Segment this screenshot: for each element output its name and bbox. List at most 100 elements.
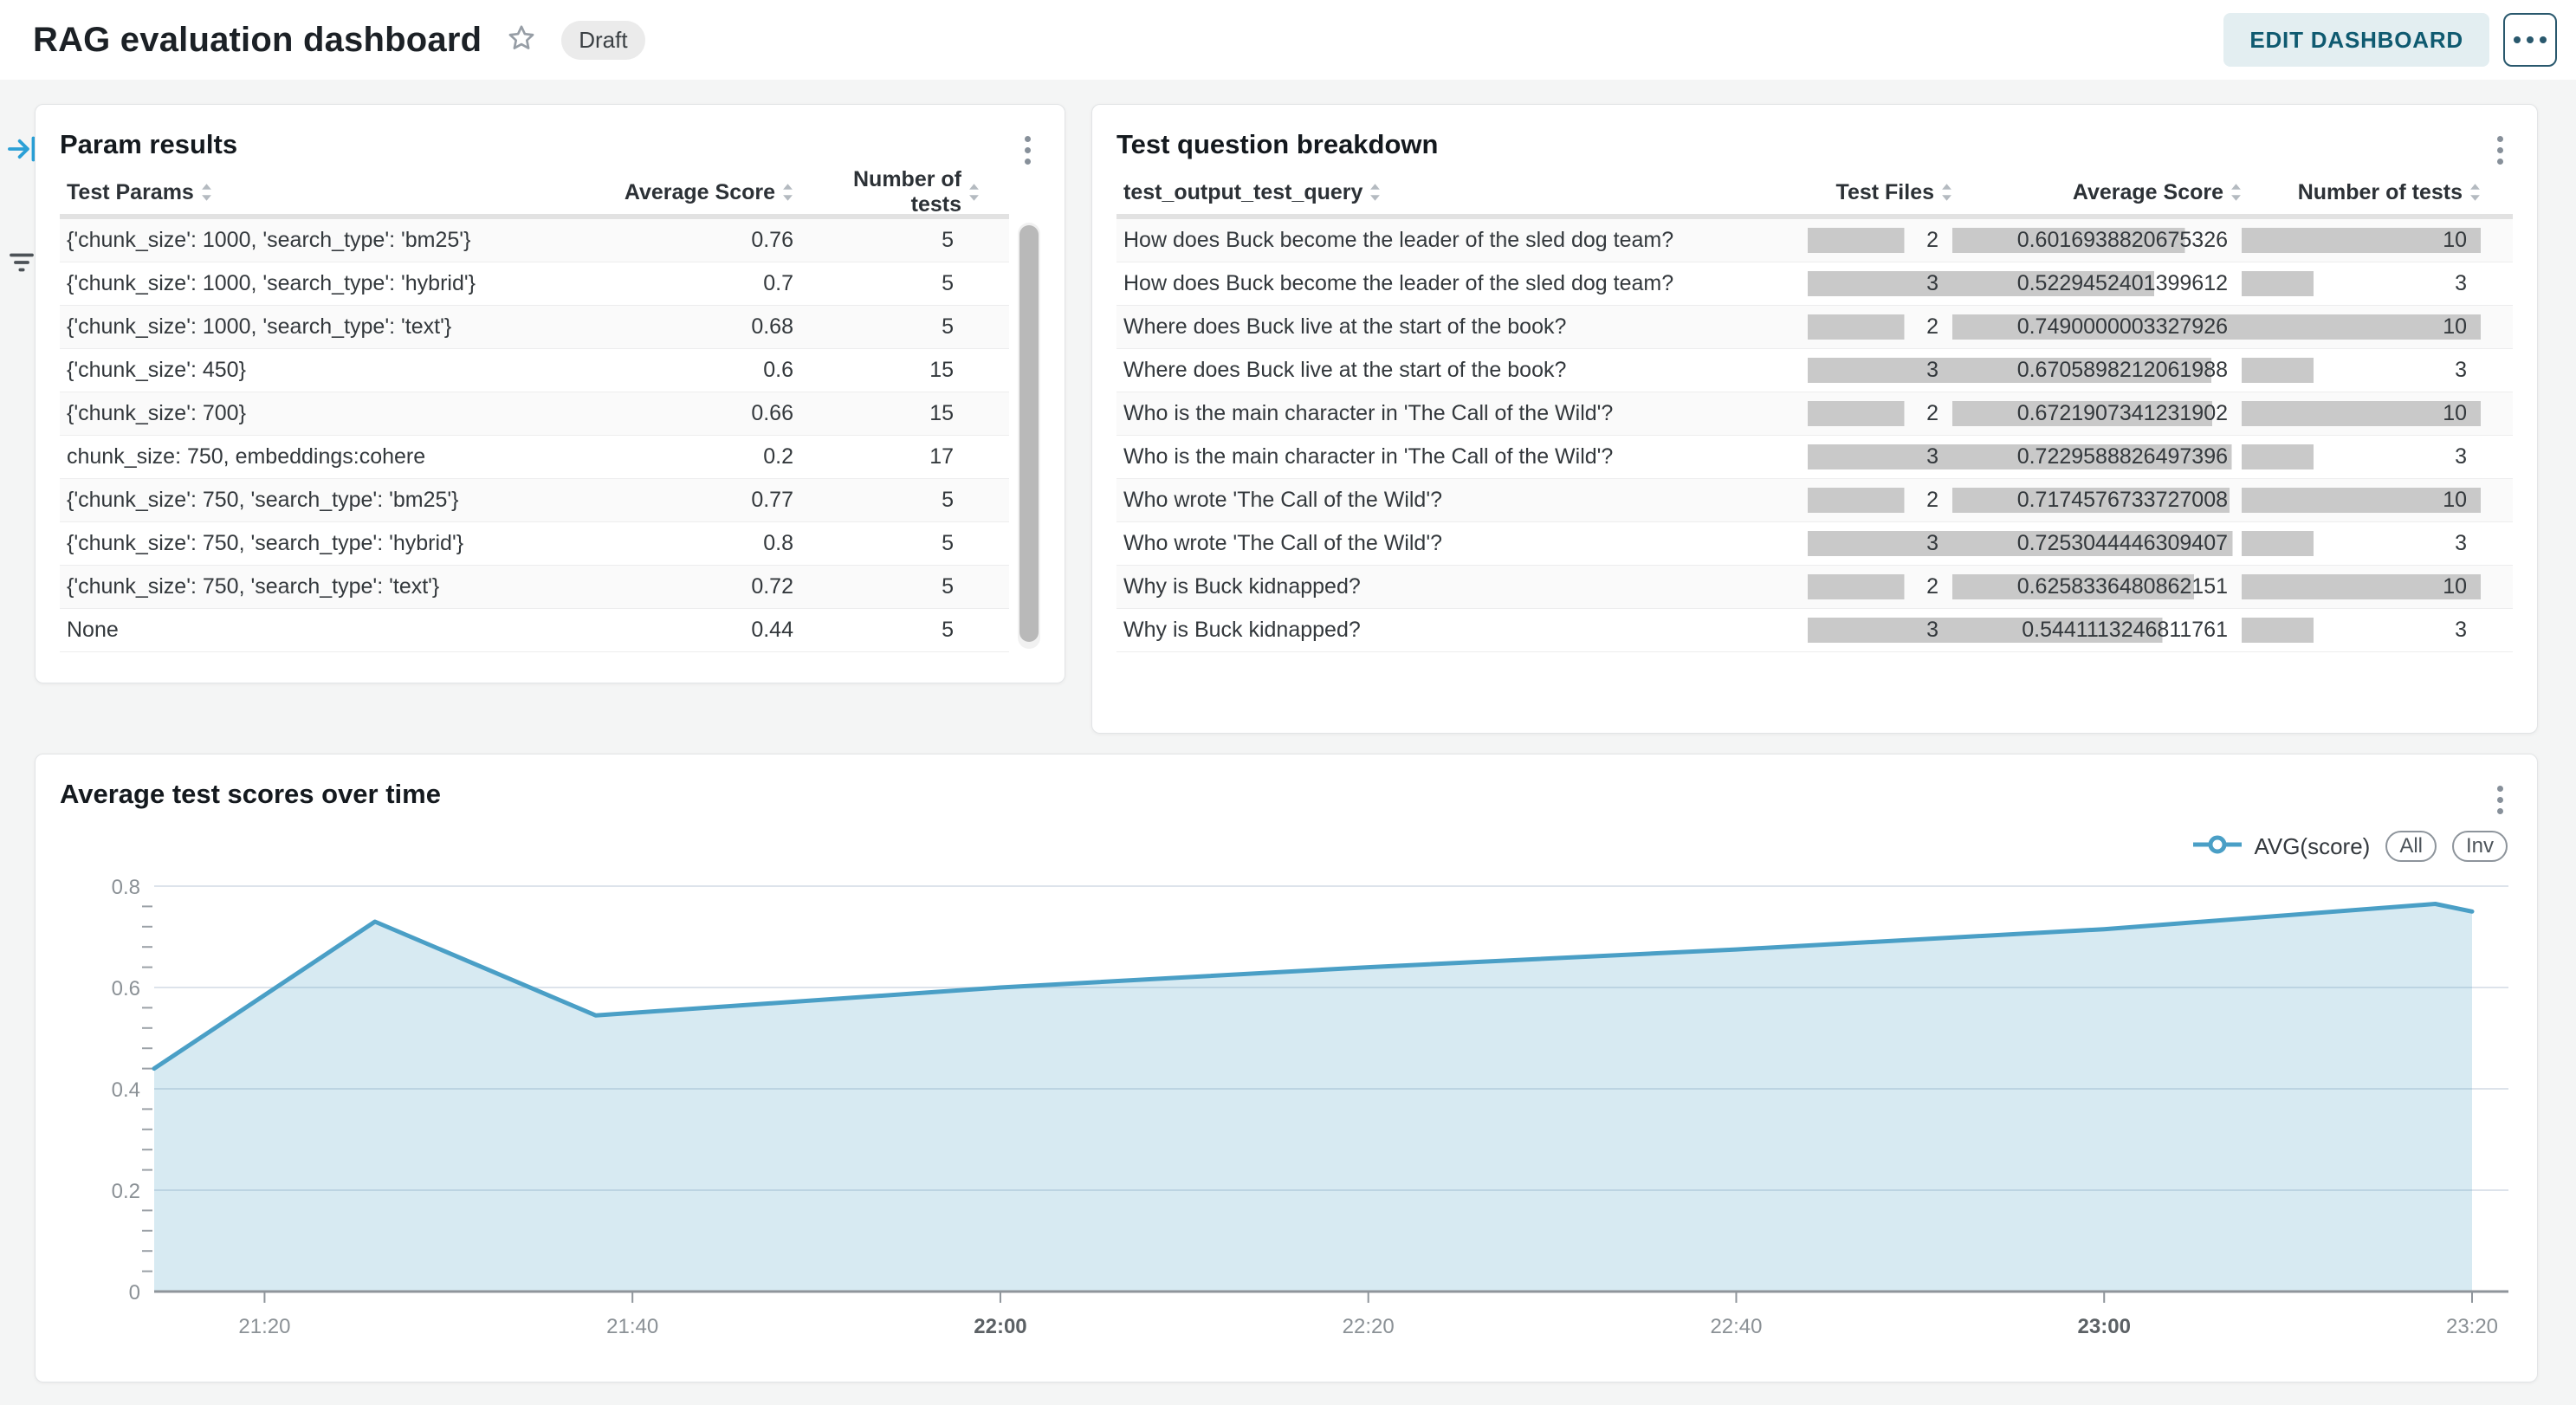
score-cell: 0.44 [577,618,793,643]
svg-text:23:00: 23:00 [2078,1315,2131,1338]
table-row: Why is Buck kidnapped?20.625833648086215… [1116,566,2513,609]
edit-dashboard-button[interactable]: EDIT DASHBOARD [2223,13,2489,67]
score-cell: 0.7253044446309407 [1952,531,2242,556]
panel-menu-button[interactable] [1009,129,1045,171]
filter-button[interactable] [7,248,36,282]
sort-icon [2230,183,2242,202]
legend-all-button[interactable]: All [2385,831,2437,862]
tests-cell: 10 [2242,228,2481,253]
score-cell: 0.6705898212061988 [1952,358,2242,383]
tests-cell: 3 [2242,271,2481,296]
table-row: {'chunk_size': 750, 'search_type': 'hybr… [60,522,1009,566]
table-row: {'chunk_size': 1000, 'search_type': 'tex… [60,306,1009,349]
sort-icon [1369,183,1381,202]
score-cell: 0.66 [577,401,793,426]
column-header-average-score[interactable]: Average Score [577,180,793,205]
score-cell: 0.77 [577,488,793,513]
table-row: {'chunk_size': 700}0.66 15 [60,392,1009,436]
files-cell: 2 [1808,401,1952,426]
param-results-panel: Param results Test Params Average Score … [35,104,1065,683]
table-header-row: Test Params Average Score Number of test… [60,171,1009,219]
legend-item-avg-score[interactable]: AVG(score) [2191,833,2370,860]
scrollbar-thumb[interactable] [1019,225,1039,642]
table-row: {'chunk_size': 450}0.615 [60,349,1009,392]
score-cell: 0.2 [577,444,793,469]
svg-text:22:20: 22:20 [1343,1315,1395,1338]
table-row: {'chunk_size': 1000, 'search_type': 'bm2… [60,219,1009,262]
sort-icon [1941,183,1952,202]
column-header-test-params[interactable]: Test Params [60,180,577,205]
score-cell: 0.6258336480862151 [1952,574,2242,599]
top-bar: RAG evaluation dashboard Draft EDIT DASH… [0,0,2576,80]
line-chart-canvas[interactable]: 00.20.40.60.821:2021:4022:0022:2022:4023… [40,867,2534,1352]
question-breakdown-rows: How does Buck become the leader of the s… [1116,219,2513,652]
tests-cell: 15 [806,401,1009,426]
table-scrollbar [1018,223,1040,649]
tests-cell: 5 [806,531,1009,556]
query-cell: Where does Buck live at the start of the… [1116,314,1808,340]
column-header-number-of-tests[interactable]: Number of tests [806,167,1009,217]
panel-menu-button[interactable] [2482,779,2518,820]
param-cell: {'chunk_size': 1000, 'search_type': 'tex… [60,314,577,340]
legend-inv-button[interactable]: Inv [2452,831,2508,862]
favorite-star-button[interactable] [504,23,539,57]
tests-cell: 5 [806,618,1009,643]
table-row: None0.445 [60,609,1009,652]
param-cell: {'chunk_size': 700} [60,401,577,426]
param-cell: {'chunk_size': 450} [60,358,577,383]
svg-text:22:00: 22:00 [974,1315,1026,1338]
score-cell: 0.8 [577,531,793,556]
files-cell: 3 [1808,531,1952,556]
panel-menu-button[interactable] [2482,129,2518,171]
score-cell: 0.68 [577,314,793,340]
query-cell: Where does Buck live at the start of the… [1116,358,1808,383]
param-results-table: Test Params Average Score Number of test… [60,171,1009,652]
score-cell: 0.6721907341231902 [1952,401,2242,426]
score-cell: 0.76 [577,228,793,253]
files-cell: 3 [1808,271,1952,296]
status-badge: Draft [561,21,644,60]
table-row: Where does Buck live at the start of the… [1116,349,2513,392]
column-header-test-query[interactable]: test_output_test_query [1116,180,1808,205]
table-row: Who is the main character in 'The Call o… [1116,392,2513,436]
scores-line-chart: 00.20.40.60.821:2021:4022:0022:2022:4023… [40,867,2534,1352]
legend-marker-icon [2191,835,2243,858]
files-cell: 2 [1808,228,1952,253]
tests-cell: 15 [806,358,1009,383]
query-cell: Why is Buck kidnapped? [1116,618,1808,643]
param-results-rows: {'chunk_size': 1000, 'search_type': 'bm2… [60,219,1009,652]
score-cell: 0.72 [577,574,793,599]
tests-cell: 17 [806,444,1009,469]
sort-icon [201,183,212,202]
table-row: {'chunk_size': 750, 'search_type': 'bm25… [60,479,1009,522]
files-cell: 3 [1808,618,1952,643]
more-options-button[interactable] [2503,13,2557,67]
question-breakdown-panel: Test question breakdown test_output_test… [1091,104,2538,734]
tests-cell: 10 [2242,488,2481,513]
table-row: Where does Buck live at the start of the… [1116,306,2513,349]
files-cell: 2 [1808,314,1952,340]
star-icon [506,23,537,58]
param-cell: {'chunk_size': 750, 'search_type': 'bm25… [60,488,577,513]
sort-icon [782,183,793,202]
tests-cell: 5 [806,314,1009,340]
table-row: Why is Buck kidnapped?30.544111324681176… [1116,609,2513,652]
query-cell: Who is the main character in 'The Call o… [1116,401,1808,426]
tests-cell: 5 [806,574,1009,599]
column-header-average-score[interactable]: Average Score [1952,180,2242,205]
column-header-number-of-tests[interactable]: Number of tests [2242,180,2481,205]
legend-label: AVG(score) [2254,833,2370,860]
question-breakdown-table: test_output_test_query Test Files Averag… [1116,171,2513,652]
filter-list-icon [7,266,36,281]
sort-icon [968,183,980,202]
table-row: chunk_size: 750, embeddings:cohere0.2 17 [60,436,1009,479]
query-cell: How does Buck become the leader of the s… [1116,228,1808,253]
param-cell: chunk_size: 750, embeddings:cohere [60,444,577,469]
sort-icon [2469,183,2481,202]
files-cell: 3 [1808,358,1952,383]
column-header-test-files[interactable]: Test Files [1808,180,1952,205]
table-row: Who is the main character in 'The Call o… [1116,436,2513,479]
panel-title: Param results [60,129,237,160]
tests-cell: 5 [806,488,1009,513]
svg-text:21:20: 21:20 [238,1315,290,1338]
